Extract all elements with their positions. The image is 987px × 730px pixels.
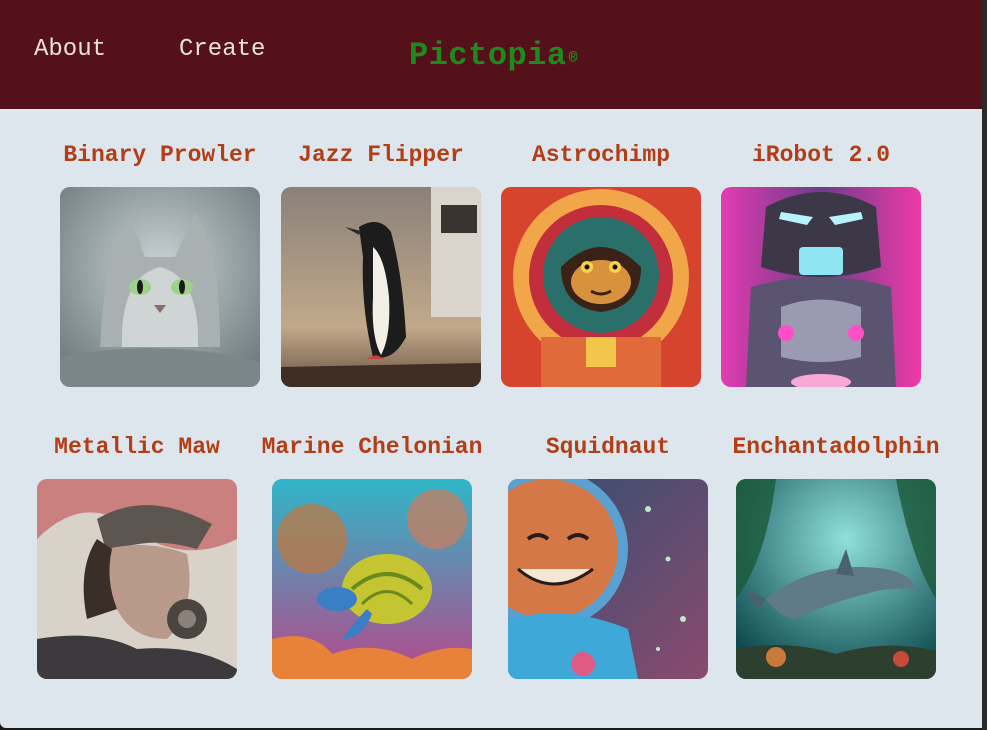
gallery-image-penguin[interactable] bbox=[281, 187, 481, 387]
card-title[interactable]: Binary Prowler bbox=[63, 142, 256, 168]
window-edge bbox=[982, 0, 987, 730]
dolphin-icon bbox=[736, 479, 936, 679]
gallery-image-robot[interactable] bbox=[721, 187, 921, 387]
robot-icon bbox=[721, 187, 921, 387]
card-title[interactable]: iRobot 2.0 bbox=[752, 142, 890, 168]
gallery-image-cat[interactable] bbox=[60, 187, 260, 387]
gallery-image-squidnaut[interactable] bbox=[508, 479, 708, 679]
top-header: About Create Pictopia ® bbox=[0, 0, 982, 109]
squid-astronaut-icon bbox=[508, 479, 708, 679]
gallery-image-astrochimp[interactable] bbox=[501, 187, 701, 387]
card-title[interactable]: Squidnaut bbox=[546, 434, 670, 460]
registered-mark: ® bbox=[568, 50, 579, 67]
gallery-image-metallic-maw[interactable] bbox=[37, 479, 237, 679]
nav-about-link[interactable]: About bbox=[34, 36, 106, 64]
penguin-icon bbox=[281, 187, 481, 387]
cat-icon bbox=[60, 187, 260, 387]
gallery-image-turtle[interactable] bbox=[272, 479, 472, 679]
sea-turtle-icon bbox=[272, 479, 472, 679]
chimp-astronaut-icon bbox=[501, 187, 701, 387]
app-window: About Create Pictopia ® Binary Prowler Ja… bbox=[0, 0, 982, 728]
gallery-image-dolphin[interactable] bbox=[736, 479, 936, 679]
masked-figure-icon bbox=[37, 479, 237, 679]
card-title[interactable]: Enchantadolphin bbox=[732, 434, 939, 460]
brand-name: Pictopia bbox=[409, 37, 567, 74]
card-title[interactable]: Jazz Flipper bbox=[298, 142, 464, 168]
card-title[interactable]: Metallic Maw bbox=[54, 434, 220, 460]
card-title[interactable]: Astrochimp bbox=[532, 142, 670, 168]
card-title[interactable]: Marine Chelonian bbox=[262, 434, 483, 460]
brand-logo[interactable]: Pictopia ® bbox=[409, 38, 578, 77]
nav-create-link[interactable]: Create bbox=[179, 36, 265, 64]
